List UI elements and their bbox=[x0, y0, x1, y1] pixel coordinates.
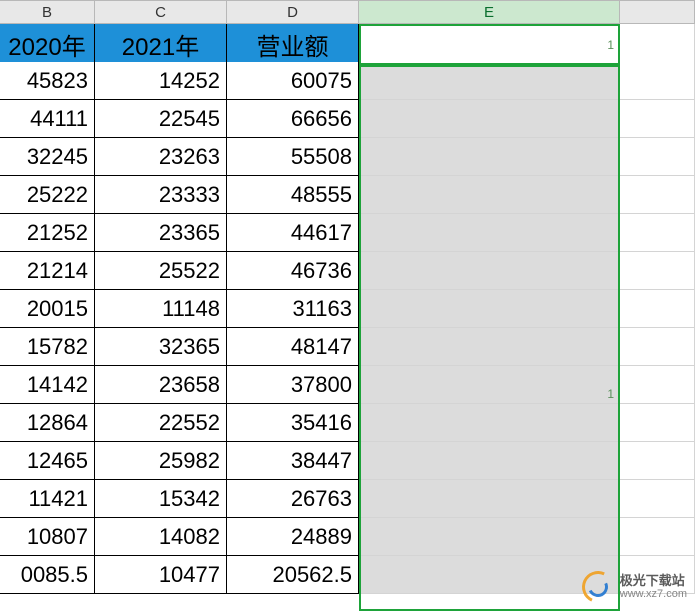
table-cell[interactable] bbox=[359, 442, 620, 480]
table-cell[interactable]: 37800 bbox=[227, 366, 359, 404]
header-2020[interactable]: 2020年 bbox=[0, 24, 95, 65]
table-cell[interactable]: 32365 bbox=[95, 328, 227, 366]
table-cell[interactable] bbox=[359, 366, 620, 404]
table-cell[interactable] bbox=[359, 100, 620, 138]
table-cell[interactable]: 48147 bbox=[227, 328, 359, 366]
table-cell[interactable] bbox=[620, 214, 695, 252]
table-cell[interactable] bbox=[359, 176, 620, 214]
table-cell[interactable]: 25522 bbox=[95, 252, 227, 290]
table-cell[interactable]: 23658 bbox=[95, 366, 227, 404]
cell-e1[interactable] bbox=[359, 24, 620, 65]
table-cell[interactable]: 48555 bbox=[227, 176, 359, 214]
table-cell[interactable]: 12864 bbox=[0, 404, 95, 442]
table-cell[interactable]: 15342 bbox=[95, 480, 227, 518]
table-cell[interactable]: 20015 bbox=[0, 290, 95, 328]
table-cell[interactable] bbox=[359, 252, 620, 290]
column-header-row: B C D E bbox=[0, 0, 695, 24]
table-cell[interactable]: 21214 bbox=[0, 252, 95, 290]
table-cell[interactable] bbox=[620, 366, 695, 404]
table-cell[interactable]: 66656 bbox=[227, 100, 359, 138]
table-cell[interactable]: 11148 bbox=[95, 290, 227, 328]
table-cell[interactable] bbox=[620, 252, 695, 290]
col-header-d[interactable]: D bbox=[227, 0, 359, 24]
col-header-e[interactable]: E bbox=[359, 0, 620, 24]
table-cell[interactable]: 55508 bbox=[227, 138, 359, 176]
table-cell[interactable]: 15782 bbox=[0, 328, 95, 366]
table-cell[interactable]: 22552 bbox=[95, 404, 227, 442]
cell-f1[interactable] bbox=[620, 24, 695, 65]
table-cell[interactable]: 22545 bbox=[95, 100, 227, 138]
table-cell[interactable] bbox=[620, 62, 695, 100]
table-cell[interactable]: 45823 bbox=[0, 62, 95, 100]
watermark-text: 极光下载站 www.xz7.com bbox=[620, 574, 687, 600]
table-cell[interactable]: 14252 bbox=[95, 62, 227, 100]
table-cell[interactable]: 10807 bbox=[0, 518, 95, 556]
table-cell[interactable] bbox=[620, 480, 695, 518]
table-cell[interactable] bbox=[359, 62, 620, 100]
table-cell[interactable] bbox=[620, 290, 695, 328]
table-cell[interactable] bbox=[359, 290, 620, 328]
table-cell[interactable]: 25222 bbox=[0, 176, 95, 214]
table-cell[interactable] bbox=[359, 214, 620, 252]
table-cell[interactable]: 25982 bbox=[95, 442, 227, 480]
header-revenue[interactable]: 营业额 bbox=[227, 24, 359, 65]
table-cell[interactable] bbox=[359, 404, 620, 442]
table-cell[interactable] bbox=[359, 138, 620, 176]
watermark-cn: 极光下载站 bbox=[620, 574, 687, 588]
table-cell[interactable] bbox=[620, 328, 695, 366]
table-cell[interactable] bbox=[620, 100, 695, 138]
col-header-f[interactable] bbox=[620, 0, 695, 24]
header-2021[interactable]: 2021年 bbox=[95, 24, 227, 65]
table-cell[interactable]: 10477 bbox=[95, 556, 227, 594]
table-cell[interactable]: 14082 bbox=[95, 518, 227, 556]
table-cell[interactable]: 0085.5 bbox=[0, 556, 95, 594]
table-cell[interactable] bbox=[620, 518, 695, 556]
table-cell[interactable]: 60075 bbox=[227, 62, 359, 100]
table-cell[interactable]: 44111 bbox=[0, 100, 95, 138]
table-cell[interactable]: 20562.5 bbox=[227, 556, 359, 594]
table-cell[interactable] bbox=[359, 328, 620, 366]
watermark-logo-icon bbox=[582, 571, 614, 603]
table-cell[interactable]: 21252 bbox=[0, 214, 95, 252]
table-cell[interactable]: 14142 bbox=[0, 366, 95, 404]
table-cell[interactable] bbox=[359, 518, 620, 556]
table-cell[interactable]: 32245 bbox=[0, 138, 95, 176]
table-cell[interactable]: 23333 bbox=[95, 176, 227, 214]
table-cell[interactable]: 12465 bbox=[0, 442, 95, 480]
table-cell[interactable] bbox=[359, 480, 620, 518]
table-cell[interactable] bbox=[620, 404, 695, 442]
table-cell[interactable]: 35416 bbox=[227, 404, 359, 442]
table-cell[interactable]: 46736 bbox=[227, 252, 359, 290]
table-cell[interactable]: 38447 bbox=[227, 442, 359, 480]
col-header-b[interactable]: B bbox=[0, 0, 95, 24]
table-cell[interactable]: 23365 bbox=[95, 214, 227, 252]
table-cell[interactable] bbox=[620, 176, 695, 214]
watermark-url: www.xz7.com bbox=[620, 588, 687, 600]
table-cell[interactable]: 24889 bbox=[227, 518, 359, 556]
col-header-c[interactable]: C bbox=[95, 0, 227, 24]
table-cell[interactable]: 11421 bbox=[0, 480, 95, 518]
table-cell[interactable]: 31163 bbox=[227, 290, 359, 328]
table-cell[interactable]: 23263 bbox=[95, 138, 227, 176]
spreadsheet-grid: 2020年 2021年 营业额 458231425260075 441112254… bbox=[0, 24, 695, 594]
table-cell[interactable]: 26763 bbox=[227, 480, 359, 518]
table-cell[interactable] bbox=[620, 138, 695, 176]
table-cell[interactable] bbox=[620, 442, 695, 480]
watermark: 极光下载站 www.xz7.com bbox=[582, 571, 687, 603]
table-cell[interactable]: 44617 bbox=[227, 214, 359, 252]
